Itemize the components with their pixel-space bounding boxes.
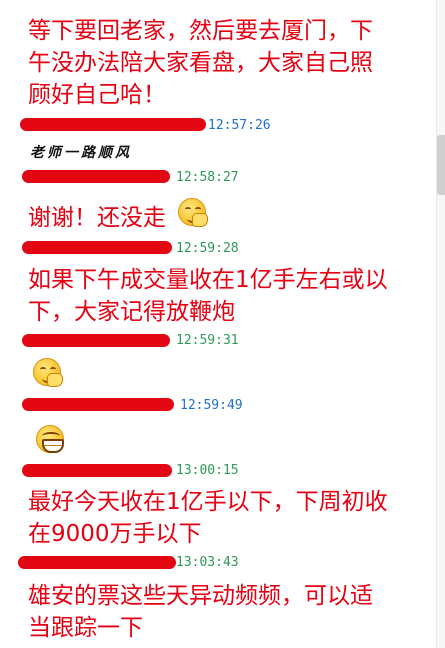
sender-name-redacted	[20, 118, 206, 131]
sender-name-redacted	[22, 241, 172, 254]
scrollbar[interactable]	[436, 0, 445, 648]
message-time: 12:57:26	[208, 118, 271, 133]
message-time: 12:59:49	[180, 398, 243, 413]
grin-icon	[36, 425, 64, 453]
message-text: 等下要回老家，然后要去厦门，下 午没办法陪大家看盘，大家自己照 顾好自己哈！	[28, 18, 373, 108]
sender-name-redacted	[22, 334, 170, 347]
smile-hand-icon	[178, 198, 208, 227]
message-text: 雄安的票这些天异动频频，可以适 当跟踪一下	[28, 583, 373, 641]
message-time: 12:59:31	[176, 333, 239, 348]
message-text: 如果下午成交量收在1亿手左右或以 下，大家记得放鞭炮	[28, 267, 388, 325]
message-time: 13:03:43	[176, 555, 239, 570]
message-time: 12:58:27	[176, 170, 239, 185]
scrollbar-thumb[interactable]	[437, 135, 445, 195]
sender-name-redacted	[22, 170, 170, 183]
smile-hand-icon	[33, 358, 63, 387]
sender-name-redacted	[22, 398, 174, 411]
chat-window: 等下要回老家，然后要去厦门，下 午没办法陪大家看盘，大家自己照 顾好自己哈！ 1…	[0, 0, 445, 648]
message-text: 谢谢！还没走	[28, 205, 166, 231]
message-text: 最好今天收在1亿手以下，下周初收 在9000万手以下	[28, 489, 388, 547]
message-time: 12:59:28	[176, 241, 239, 256]
sender-name-redacted	[18, 556, 176, 569]
message-time: 13:00:15	[176, 463, 239, 478]
message-text: 老师一路顺风	[30, 145, 132, 161]
sender-name-redacted	[22, 464, 172, 477]
